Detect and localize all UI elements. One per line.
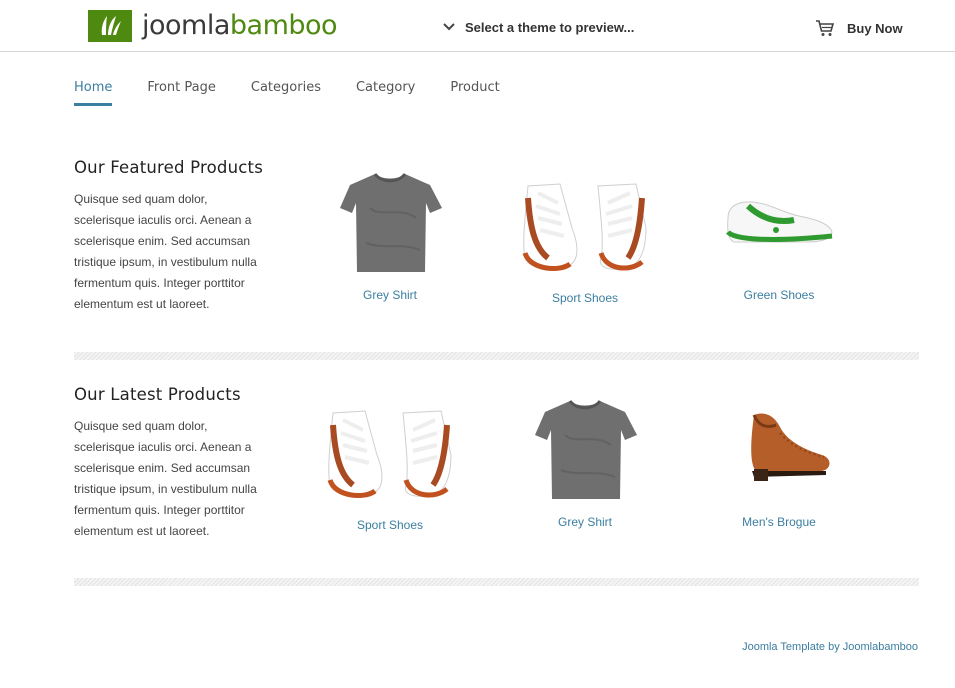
logo-text: joomlabamboo [142,10,338,42]
menu-item-categories[interactable]: Categories [251,78,321,106]
product-card[interactable]: Green Shoes [691,158,867,302]
grey-shirt-image [525,385,645,500]
product-name[interactable]: Grey Shirt [302,288,478,302]
theme-select-label: Select a theme to preview... [465,19,635,35]
product-name[interactable]: Sport Shoes [302,518,478,532]
product-name[interactable]: Men's Brogue [691,515,867,529]
product-name[interactable]: Sport Shoes [497,291,673,305]
chevron-down-icon [440,18,458,36]
latest-products-section: Our Latest Products Quisque sed quam dol… [74,385,919,575]
shopping-cart-icon [815,18,835,38]
section-divider [74,578,919,586]
green-shoes-image [714,158,844,273]
top-bar: joomlabamboo Select a theme to preview..… [0,0,955,52]
section-divider [74,352,919,360]
sport-shoes-image [305,385,475,513]
product-name[interactable]: Green Shoes [691,288,867,302]
buy-now-button[interactable]: Buy Now [815,17,903,39]
product-card[interactable]: Grey Shirt [497,385,673,529]
footer-credit-link[interactable]: Joomla Template by Joomlabamboo [742,641,918,653]
product-card[interactable]: Men's Brogue [691,385,867,529]
buy-now-label: Buy Now [847,20,903,36]
logo-text-green: bamboo [229,10,338,41]
site-logo[interactable]: joomlabamboo [88,10,338,42]
featured-products-section: Our Featured Products Quisque sed quam d… [74,158,919,348]
sport-shoes-image [500,158,670,286]
product-name[interactable]: Grey Shirt [497,515,673,529]
mens-brogue-image [714,385,844,500]
menu-item-category[interactable]: Category [356,78,415,106]
product-card[interactable]: Sport Shoes [497,158,673,305]
menu-item-front-page[interactable]: Front Page [147,78,216,106]
main-menu: Home Front Page Categories Category Prod… [74,78,535,108]
product-card[interactable]: Sport Shoes [302,385,478,532]
menu-item-product[interactable]: Product [450,78,499,106]
product-card[interactable]: Grey Shirt [302,158,478,302]
theme-select-dropdown[interactable]: Select a theme to preview... [440,17,634,37]
logo-text-dark: joomla [142,10,230,41]
grey-shirt-image [330,158,450,273]
menu-item-home[interactable]: Home [74,78,113,106]
section-description: Quisque sed quam dolor, scelerisque iacu… [74,419,257,538]
bamboo-logo-icon [88,10,132,42]
section-description: Quisque sed quam dolor, scelerisque iacu… [74,192,257,311]
